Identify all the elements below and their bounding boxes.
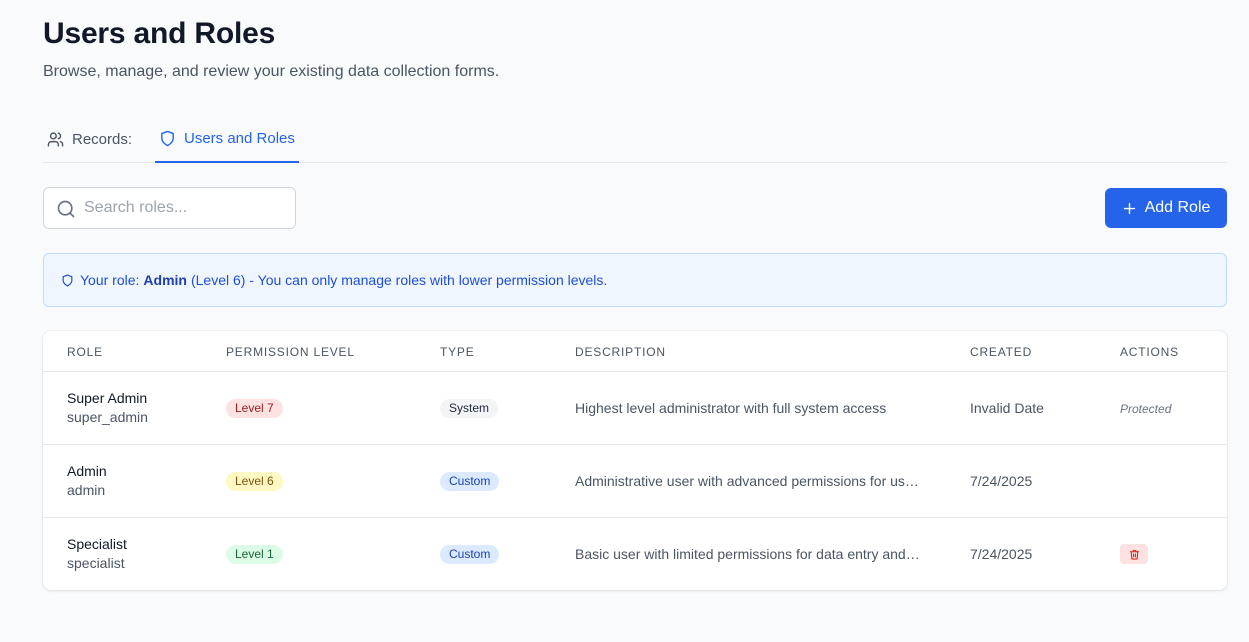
notice-prefix: Your role: xyxy=(80,272,140,288)
table-row: Super Admin super_admin Level 7 System H… xyxy=(43,372,1227,445)
role-type-badge: Custom xyxy=(440,545,500,564)
role-created-date: Invalid Date xyxy=(970,400,1044,416)
role-cell: Super Admin super_admin xyxy=(67,390,148,425)
search-box xyxy=(43,187,296,229)
users-icon xyxy=(47,132,64,147)
permission-level-badge: Level 1 xyxy=(226,545,283,564)
shield-icon xyxy=(161,130,174,147)
column-header-created: CREATED xyxy=(970,345,1033,359)
column-header-type: TYPE xyxy=(440,345,475,359)
add-role-button[interactable]: Add Role xyxy=(1105,188,1227,228)
column-header-permission-level: PERMISSION LEVEL xyxy=(226,345,355,359)
permission-level-badge: Level 7 xyxy=(226,399,283,418)
role-name: Admin xyxy=(67,463,107,479)
tab-records[interactable]: Records: xyxy=(47,116,132,163)
role-description: Basic user with limited permissions for … xyxy=(575,546,920,562)
role-description: Highest level administrator with full sy… xyxy=(575,400,887,416)
permission-level-badge: Level 6 xyxy=(226,472,283,491)
role-notice: Your role: Admin (Level 6) - You can onl… xyxy=(43,253,1227,307)
role-key: super_admin xyxy=(67,409,148,425)
column-header-role: ROLE xyxy=(67,345,103,359)
role-cell: Admin admin xyxy=(67,463,107,498)
tab-users-and-roles-label: Users and Roles xyxy=(184,130,295,147)
tab-bar: Records: Users and Roles xyxy=(43,116,1227,163)
search-icon xyxy=(57,200,75,218)
role-type-badge: Custom xyxy=(440,472,500,491)
trash-icon xyxy=(1129,549,1139,560)
page-subtitle: Browse, manage, and review your existing… xyxy=(43,63,500,80)
column-header-description: DESCRIPTION xyxy=(575,345,666,359)
notice-suffix: (Level 6) - You can only manage roles wi… xyxy=(190,272,608,288)
table-row: Specialist specialist Level 1 Custom Bas… xyxy=(43,518,1227,590)
role-name: Specialist xyxy=(67,536,127,552)
table-header: ROLE PERMISSION LEVEL TYPE DESCRIPTION C… xyxy=(43,331,1227,372)
role-created-date: 7/24/2025 xyxy=(970,546,1033,562)
delete-role-button[interactable] xyxy=(1120,544,1148,564)
role-name: Super Admin xyxy=(67,390,148,406)
page-title: Users and Roles xyxy=(43,17,276,50)
notice-role: Admin xyxy=(143,272,187,288)
plus-icon xyxy=(1123,202,1135,214)
role-type-badge: System xyxy=(440,399,499,418)
add-role-label: Add Role xyxy=(1144,199,1211,216)
search-input[interactable] xyxy=(44,188,295,228)
tab-users-and-roles[interactable]: Users and Roles xyxy=(155,116,299,163)
roles-table: ROLE PERMISSION LEVEL TYPE DESCRIPTION C… xyxy=(43,331,1227,590)
role-key: specialist xyxy=(67,555,125,571)
table-row: Admin admin Level 6 Custom Administrativ… xyxy=(43,445,1227,518)
protected-label: Protected xyxy=(1120,402,1172,416)
role-created-date: 7/24/2025 xyxy=(970,473,1033,489)
column-header-actions: ACTIONS xyxy=(1120,345,1179,359)
shield-icon xyxy=(62,273,73,287)
role-cell: Specialist specialist xyxy=(67,536,127,571)
role-key: admin xyxy=(67,482,106,498)
role-description: Administrative user with advanced permis… xyxy=(575,473,920,489)
tab-records-label: Records: xyxy=(72,131,133,148)
